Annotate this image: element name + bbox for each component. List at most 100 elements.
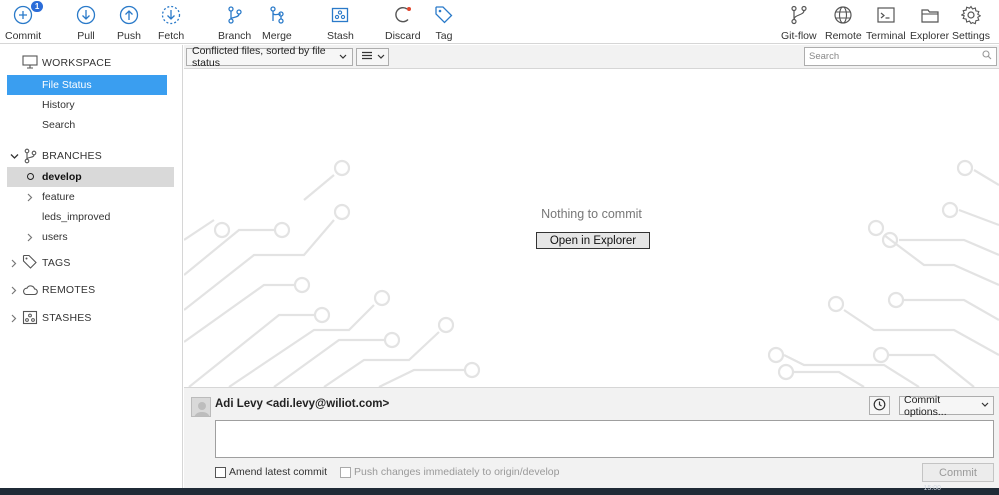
chevron-right-icon — [9, 313, 19, 323]
sidebar-item-history[interactable]: History — [7, 95, 167, 115]
chevron-down-icon — [981, 401, 989, 410]
discard-button[interactable]: Discard — [385, 4, 421, 42]
stash-button[interactable]: Stash — [327, 4, 354, 42]
workspace-label: WORKSPACE — [42, 57, 112, 69]
branch-label: Branch — [218, 30, 252, 42]
terminal-icon — [877, 6, 895, 23]
push-icon — [119, 5, 139, 24]
branch-icon — [227, 5, 242, 24]
view-mode-dropdown[interactable] — [356, 48, 389, 66]
pull-label: Pull — [77, 30, 95, 42]
sidebar-item-label: History — [42, 99, 75, 111]
search-box[interactable] — [804, 47, 997, 66]
discard-icon — [395, 6, 411, 22]
sidebar: WORKSPACE File Status History Search BRA… — [0, 45, 183, 488]
sidebar-item-search[interactable]: Search — [7, 115, 167, 135]
terminal-button[interactable]: Terminal — [866, 4, 906, 42]
commit-count-badge: 1 — [31, 1, 44, 12]
stash-label: Stash — [327, 30, 354, 42]
tag-button[interactable]: Tag — [433, 4, 455, 42]
checkbox-box[interactable] — [215, 466, 226, 478]
tags-header[interactable]: TAGS — [0, 253, 183, 273]
sidebar-item-users[interactable]: users — [7, 227, 174, 247]
push-immediately-checkbox[interactable]: Push changes immediately to origin/devel… — [340, 466, 559, 478]
os-taskbar: 15:00 — [0, 485, 999, 495]
branches-header[interactable]: BRANCHES — [0, 146, 183, 166]
chevron-right-icon — [9, 258, 19, 268]
chevron-right-icon[interactable] — [25, 232, 35, 242]
clock-icon — [873, 398, 886, 414]
pull-button[interactable]: Pull — [75, 4, 97, 42]
list-view-icon — [362, 51, 372, 63]
stash-icon — [22, 310, 38, 328]
stashes-header[interactable]: STASHES — [0, 308, 183, 328]
pull-icon — [76, 5, 96, 24]
stashes-label: STASHES — [42, 312, 92, 324]
search-input[interactable] — [809, 51, 979, 62]
chevron-down-icon — [377, 53, 385, 62]
taskbar-clock: 15:00 — [923, 485, 941, 492]
remote-label: Remote — [825, 30, 862, 42]
amend-label: Amend latest commit — [229, 466, 328, 478]
stash-icon — [332, 7, 349, 22]
sidebar-item-leds-improved[interactable]: leds_improved — [7, 207, 174, 227]
merge-button[interactable]: Merge — [262, 4, 292, 42]
sidebar-item-label: leds_improved — [42, 211, 111, 223]
push-label: Push — [117, 30, 141, 42]
sidebar-item-label: File Status — [42, 79, 92, 91]
sidebar-item-feature[interactable]: feature — [7, 187, 174, 207]
push-button[interactable]: Push — [117, 4, 141, 42]
toolbar: 1 Commit Pull Push Fetch Branch Merge St… — [0, 0, 999, 44]
commit-author: Adi Levy <adi.levy@wiliot.com> — [215, 398, 390, 410]
file-sort-dropdown[interactable]: Conflicted files, sorted by file status — [186, 45, 353, 69]
sidebar-item-label: develop — [42, 171, 82, 183]
merge-icon — [270, 5, 284, 24]
commit-button[interactable]: 1 Commit — [5, 1, 44, 42]
commit-history-button[interactable] — [869, 396, 890, 415]
avatar — [191, 397, 211, 417]
tags-label: TAGS — [42, 257, 71, 269]
tag-label: Tag — [435, 30, 453, 42]
sidebar-item-label: Search — [42, 119, 76, 131]
fetch-button[interactable]: Fetch — [158, 4, 184, 42]
git-flow-button[interactable]: Git-flow — [781, 4, 817, 42]
current-branch-icon — [27, 173, 34, 180]
push-label: Push changes immediately to origin/devel… — [354, 466, 560, 478]
settings-button[interactable]: Settings — [952, 4, 990, 42]
branches-label: BRANCHES — [42, 150, 102, 162]
discard-label: Discard — [385, 30, 421, 42]
monitor-icon — [22, 55, 38, 72]
fetch-label: Fetch — [158, 30, 185, 42]
open-in-explorer-button[interactable]: Open in Explorer — [536, 232, 650, 249]
remotes-header[interactable]: REMOTES — [0, 280, 183, 300]
branch-icon — [23, 148, 37, 167]
commit-options-dropdown[interactable]: Commit options... — [899, 394, 994, 418]
sidebar-item-label: feature — [42, 191, 75, 203]
empty-state-message: Nothing to commit — [541, 207, 642, 221]
folder-icon — [920, 8, 939, 23]
checkbox-box[interactable] — [340, 466, 351, 478]
chevron-right-icon[interactable] — [25, 192, 35, 202]
cloud-icon — [22, 284, 38, 299]
commit-submit-button[interactable]: Commit — [922, 463, 994, 482]
commit-icon — [13, 5, 33, 24]
settings-label: Settings — [952, 30, 990, 42]
chevron-right-icon — [9, 285, 19, 295]
commit-message-input[interactable] — [215, 420, 994, 458]
terminal-label: Terminal — [866, 30, 906, 42]
merge-label: Merge — [262, 30, 292, 42]
remotes-label: REMOTES — [42, 284, 96, 296]
amend-commit-checkbox[interactable]: Amend latest commit — [215, 466, 327, 478]
sidebar-item-develop[interactable]: develop — [7, 167, 174, 187]
sidebar-item-file-status[interactable]: File Status — [7, 75, 167, 95]
branch-button[interactable]: Branch — [218, 4, 251, 42]
explorer-button[interactable]: Explorer — [910, 4, 949, 42]
remote-button[interactable]: Remote — [825, 4, 862, 42]
git-flow-label: Git-flow — [781, 30, 817, 42]
commit-label: Commit — [5, 30, 42, 42]
chevron-down-icon — [9, 151, 19, 161]
fetch-icon — [161, 5, 181, 24]
tag-icon — [435, 5, 453, 23]
gear-icon — [960, 5, 981, 24]
workspace-header[interactable]: WORKSPACE — [0, 53, 183, 73]
